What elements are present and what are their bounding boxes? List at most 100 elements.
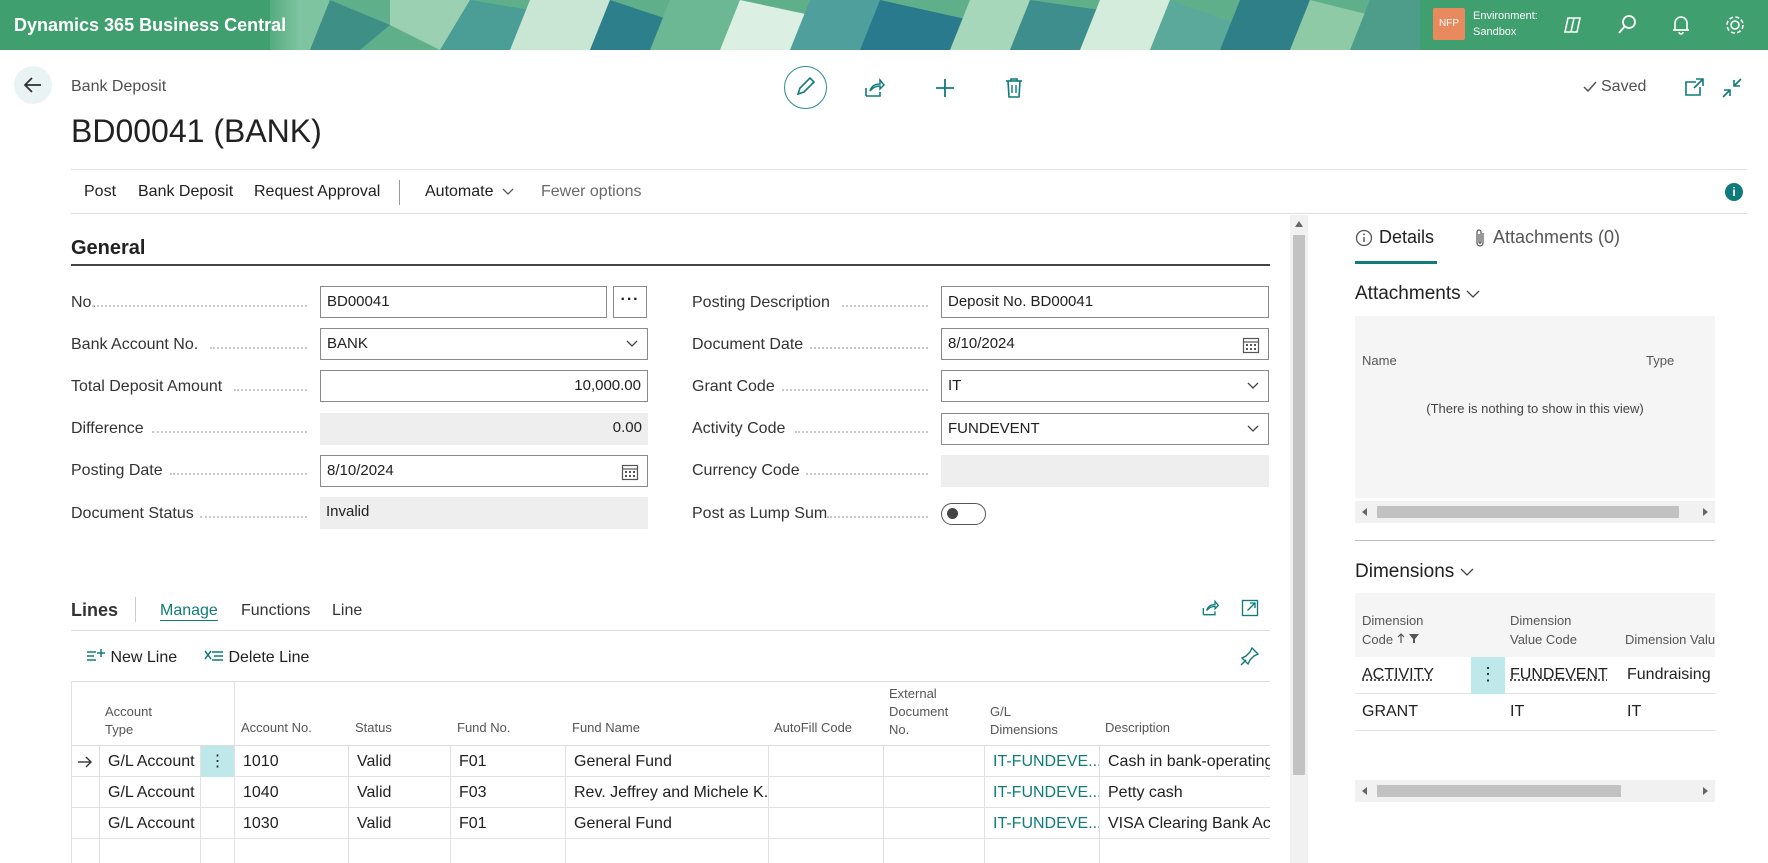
bell-icon[interactable] [1668,12,1694,38]
tab-manage[interactable]: Manage [160,602,218,620]
cell-autofill-code[interactable] [768,808,883,839]
calendar-icon[interactable] [1242,336,1260,354]
cell-account-no[interactable]: 1030 [234,808,348,839]
no-field[interactable]: BD00041 [320,286,607,318]
cell-status[interactable]: Valid [348,777,450,808]
share-icon[interactable] [862,76,886,100]
trash-icon[interactable] [1002,76,1026,100]
cell-description[interactable]: Cash in bank-operating [1099,746,1270,777]
col-fund-no[interactable]: Fund No. [457,719,510,737]
row-actions-button[interactable]: ⋮ [1471,657,1505,694]
table-row-empty[interactable] [71,839,1270,863]
info-icon[interactable]: i [1725,183,1743,201]
cell-account-type[interactable]: G/L Account [99,808,200,839]
cell-empty[interactable] [984,839,1099,863]
cell-account-type[interactable]: G/L Account [99,777,200,808]
tab-line[interactable]: Line [332,602,362,620]
assist-edit-button[interactable]: ··· [613,286,647,318]
cell-dimension-value-code[interactable]: FUNDEVENT [1510,666,1608,684]
plus-icon[interactable] [933,76,957,100]
attachments-hscrollbar[interactable] [1355,501,1715,523]
main-scrollbar[interactable] [1290,215,1308,863]
cell-external-document-no[interactable] [883,777,984,808]
cell-autofill-code[interactable] [768,746,883,777]
row-actions-button[interactable]: ⋮ [200,746,234,777]
attachments-title[interactable]: Attachments [1355,283,1480,305]
new-line-button[interactable]: New Line [86,648,177,667]
request-approval-action[interactable]: Request Approval [254,183,380,201]
tab-attachments[interactable]: Attachments (0) [1493,227,1620,248]
cell-fund-no[interactable]: F01 [450,808,565,839]
cell-dimension-code[interactable]: GRANT [1362,703,1418,721]
cell-empty[interactable] [768,839,883,863]
collapse-icon[interactable] [1720,76,1744,100]
cell-empty[interactable] [234,839,348,863]
table-row[interactable]: G/L Account ⋮ 1010 Valid F01 General Fun… [71,746,1270,777]
scrollbar-thumb[interactable] [1377,785,1621,797]
lines-title[interactable]: Lines [71,600,118,621]
cell-dimension-value-code[interactable]: IT [1510,703,1524,721]
col-description[interactable]: Description [1105,719,1170,737]
scroll-left-icon[interactable] [1361,507,1368,517]
back-button[interactable] [14,66,52,104]
cell-fund-name[interactable]: Rev. Jeffrey and Michele K... [565,777,768,808]
scrollbar-thumb[interactable] [1293,235,1305,775]
share-icon[interactable] [1200,598,1220,618]
gear-icon[interactable] [1722,12,1748,38]
cell-fund-no[interactable]: F03 [450,777,565,808]
breadcrumb[interactable]: Bank Deposit [71,78,166,96]
cell-gl-dimensions[interactable]: IT-FUNDEVE... [984,777,1099,808]
col-account-type[interactable]: Account Type [105,703,152,739]
cell-fund-no[interactable]: F01 [450,746,565,777]
dim-col-value[interactable]: Dimension Valu [1625,630,1715,649]
cell-description[interactable]: VISA Clearing Bank Acco [1099,808,1270,839]
cell-account-no[interactable]: 1040 [234,777,348,808]
tab-functions[interactable]: Functions [241,602,310,620]
tab-details[interactable]: Details [1379,227,1434,248]
edit-button[interactable] [784,66,827,109]
scroll-up-icon[interactable] [1294,220,1304,228]
dim-col-value-code[interactable]: Dimension Value Code [1510,611,1577,649]
cell-fund-name[interactable]: General Fund [565,808,768,839]
scroll-right-icon[interactable] [1702,507,1709,517]
cell-empty[interactable] [450,839,565,863]
automate-action[interactable]: Automate [425,183,514,201]
activity-code-select[interactable]: FUNDEVENT [941,413,1269,445]
cell-dimension-value[interactable]: IT [1627,703,1715,721]
cell-gl-dimensions[interactable]: IT-FUNDEVE... [984,746,1099,777]
fewer-options-action[interactable]: Fewer options [541,183,642,201]
cell-account-type[interactable]: G/L Account [99,746,200,777]
cell-external-document-no[interactable] [883,746,984,777]
pin-icon[interactable] [1240,646,1260,666]
post-as-lump-sum-toggle[interactable] [941,503,986,525]
cell-empty[interactable] [348,839,450,863]
cell-gl-dimensions[interactable]: IT-FUNDEVE... [984,808,1099,839]
cell-dimension-value[interactable]: Fundraising E [1627,666,1715,684]
col-external-document-no[interactable]: External Document No. [889,685,948,739]
col-account-no[interactable]: Account No. [241,719,312,737]
environment-badge[interactable]: NFP [1433,8,1465,40]
dimensions-hscrollbar[interactable] [1355,780,1715,802]
general-section-title[interactable]: General [71,237,145,260]
table-row[interactable]: G/L Account 1030 Valid F01 General Fund … [71,808,1270,839]
bank-deposit-action[interactable]: Bank Deposit [138,183,233,201]
cell-account-no[interactable]: 1010 [234,746,348,777]
expand-icon[interactable] [1240,598,1260,618]
cell-status[interactable]: Valid [348,746,450,777]
col-status[interactable]: Status [355,719,392,737]
open-new-window-icon[interactable] [1682,76,1706,100]
table-row[interactable]: GRANT IT IT [1355,694,1715,731]
delete-line-button[interactable]: Delete Line [204,648,309,667]
table-row[interactable]: ACTIVITY ⋮ FUNDEVENT Fundraising E [1355,657,1715,694]
cell-status[interactable]: Valid [348,808,450,839]
cell-empty[interactable] [1099,839,1270,863]
cell-autofill-code[interactable] [768,777,883,808]
scrollbar-thumb[interactable] [1377,506,1679,518]
table-row[interactable]: G/L Account 1040 Valid F03 Rev. Jeffrey … [71,777,1270,808]
cell-fund-name[interactable]: General Fund [565,746,768,777]
col-fund-name[interactable]: Fund Name [572,719,640,737]
cell-empty[interactable] [883,839,984,863]
total-deposit-amount-field[interactable]: 10,000.00 [320,370,648,402]
cell-description[interactable]: Petty cash [1099,777,1270,808]
bank-account-no-select[interactable]: BANK [320,328,648,360]
